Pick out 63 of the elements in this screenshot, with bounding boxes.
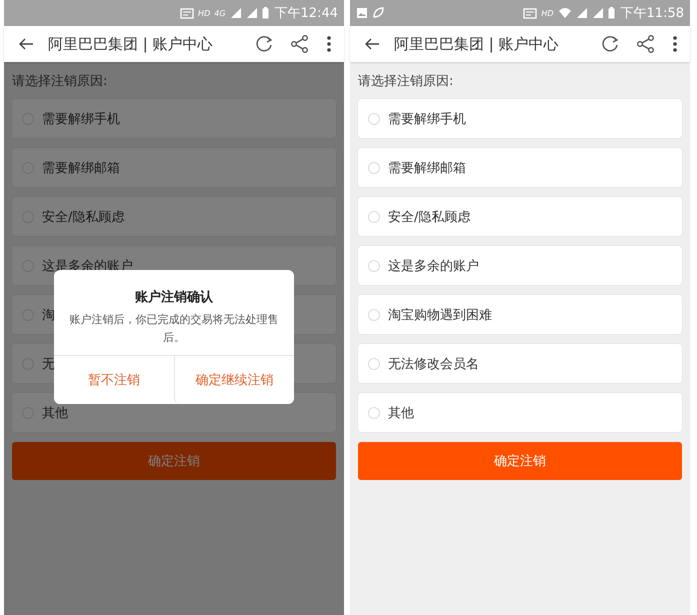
dialog-message: 账户注销后，你已完成的交易将无法处理售后。 <box>68 312 280 346</box>
image-icon <box>356 7 368 19</box>
network-label: HD <box>541 8 554 18</box>
reason-option[interactable]: 需要解绑手机 <box>358 99 682 138</box>
page-title: 阿里巴巴集团 | 账户中心 <box>48 34 214 54</box>
back-arrow-icon[interactable] <box>18 37 34 51</box>
option-label: 这是多余的账户 <box>388 258 479 274</box>
option-label: 需要解绑邮箱 <box>388 160 466 176</box>
dialog-button[interactable]: 确定继续注销 <box>174 356 294 404</box>
reason-option[interactable]: 需要解绑邮箱 <box>12 148 336 187</box>
option-label: 淘宝购物遇到困难 <box>388 306 492 324</box>
radio-button[interactable] <box>368 162 380 174</box>
reason-option[interactable]: 安全/隐私顾虑 <box>358 197 682 236</box>
option-label: 需要解绑手机 <box>42 110 120 128</box>
network-label: HD <box>198 8 210 18</box>
prompt-text: 请选择注销原因: <box>358 73 454 90</box>
signal-icon <box>592 7 604 19</box>
option-label: 安全/隐私顾虑 <box>42 208 124 226</box>
confirm-cancel-button[interactable]: 确定注销 <box>12 442 336 480</box>
page-title: 阿里巴巴集团 | 账户中心 <box>394 34 560 54</box>
status-time: 下午11:58 <box>620 5 684 22</box>
option-label: 需要解绑手机 <box>388 110 466 128</box>
cast-icon <box>523 8 538 18</box>
radio-button[interactable] <box>368 406 380 418</box>
reason-option[interactable]: 这是多余的账户 <box>358 246 682 285</box>
reason-option[interactable]: 淘宝购物遇到困难 <box>358 295 682 334</box>
option-label: 需要解绑邮箱 <box>42 160 120 176</box>
option-label: 其他 <box>42 404 68 422</box>
option-label: 其他 <box>388 404 414 422</box>
battery-icon <box>262 7 269 19</box>
battery-icon <box>608 7 615 19</box>
signal-icon <box>246 7 258 19</box>
radio-button[interactable] <box>368 210 380 222</box>
cast-icon <box>180 8 194 18</box>
reason-option[interactable]: 其他 <box>358 393 682 432</box>
reason-option[interactable]: 需要解绑手机 <box>12 99 336 138</box>
radio-button[interactable] <box>368 308 380 320</box>
share-icon[interactable] <box>290 34 310 54</box>
option-label: 安全/隐私顾虑 <box>388 208 470 226</box>
refresh-icon[interactable] <box>600 34 620 54</box>
dialog-title: 账户注销确认 <box>135 288 213 306</box>
reason-option[interactable]: 需要解绑邮箱 <box>358 148 682 187</box>
wifi-icon <box>558 7 572 19</box>
radio-button[interactable] <box>368 112 380 124</box>
leaf-icon <box>372 7 384 19</box>
back-arrow-icon[interactable] <box>364 37 380 51</box>
radio-button[interactable] <box>368 358 380 370</box>
share-icon[interactable] <box>636 34 656 54</box>
option-label: 无 <box>42 356 55 372</box>
option-label: 淘 <box>42 306 55 324</box>
reason-option[interactable]: 无法修改会员名 <box>358 344 682 383</box>
status-time: 下午12:44 <box>274 5 338 22</box>
reason-option[interactable]: 安全/隐私顾虑 <box>12 197 336 236</box>
refresh-icon[interactable] <box>254 34 274 54</box>
prompt-text: 请选择注销原因: <box>12 73 108 90</box>
option-label: 无法修改会员名 <box>388 356 479 372</box>
signal-icon <box>576 7 588 19</box>
network-label: 4G <box>214 8 226 18</box>
radio-button[interactable] <box>368 260 380 272</box>
confirm-cancel-button[interactable]: 确定注销 <box>358 442 682 480</box>
more-menu-icon[interactable] <box>672 35 678 53</box>
signal-icon <box>230 7 242 19</box>
more-menu-icon[interactable] <box>326 35 332 53</box>
